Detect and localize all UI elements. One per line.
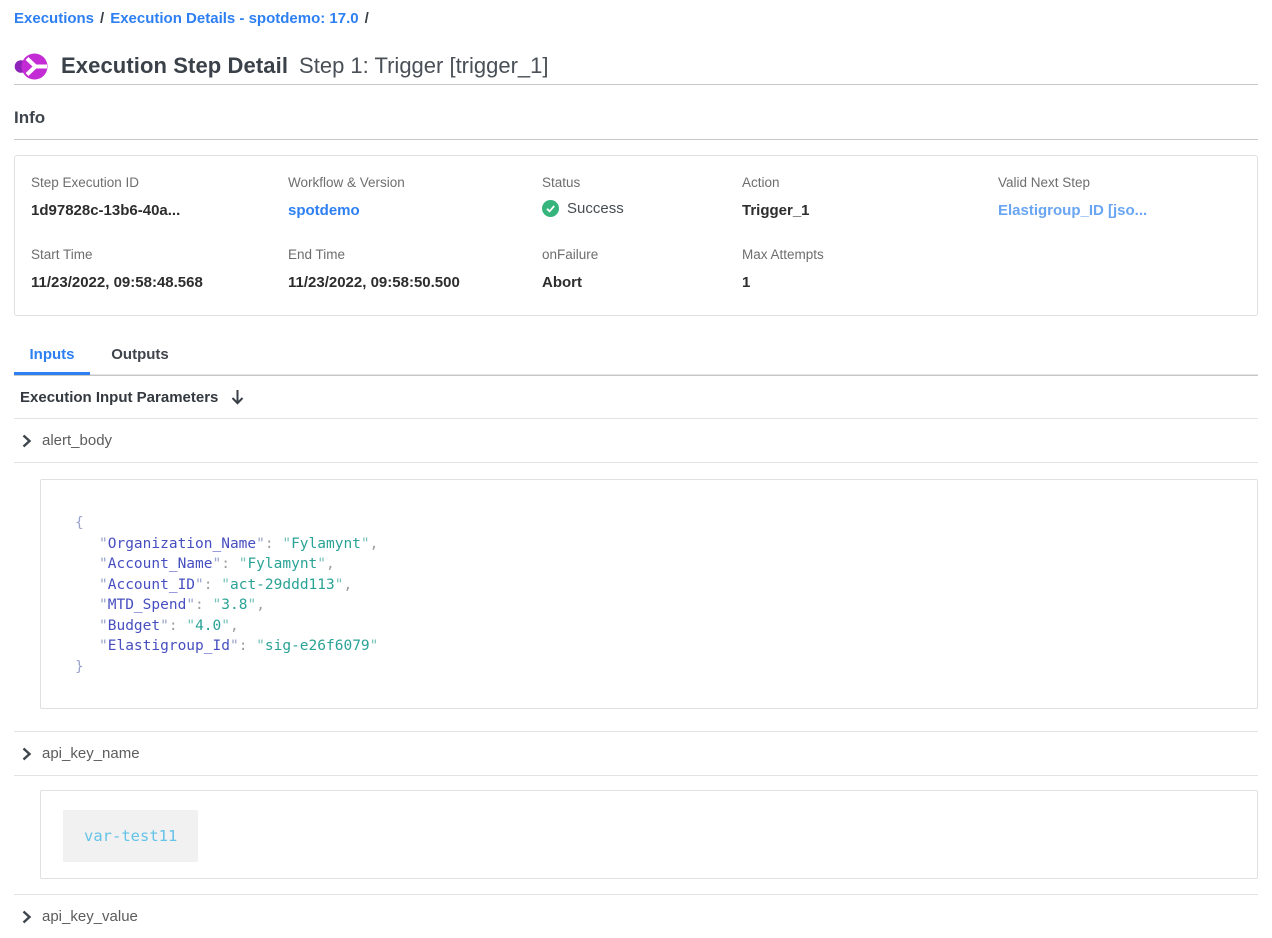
field-value: 1: [742, 273, 998, 293]
breadcrumb-separator: /: [365, 10, 369, 27]
breadcrumb: Executions / Execution Details - spotdemo:…: [14, 0, 1258, 29]
info-cell-end-time: End Time 11/23/2022, 09:58:50.500: [288, 246, 542, 293]
workflow-link[interactable]: spotdemo: [288, 201, 542, 221]
json-open-brace: {: [75, 513, 1237, 534]
field-label: Valid Next Step: [998, 174, 1241, 192]
field-label: Start Time: [31, 246, 288, 264]
param-row-api-key-value[interactable]: api_key_value: [14, 895, 1258, 938]
api-key-name-chip: var-test11: [63, 810, 198, 862]
param-name: api_key_name: [42, 745, 140, 762]
info-cell-workflow-version: Workflow & Version spotdemo: [288, 174, 542, 221]
field-value: Abort: [542, 273, 742, 293]
info-cell-action: Action Trigger_1: [742, 174, 998, 221]
field-value: 1d97828c-13b6-40a...: [31, 201, 288, 221]
field-label: onFailure: [542, 246, 742, 264]
chevron-right-icon: [21, 434, 32, 448]
tab-outputs[interactable]: Outputs: [102, 341, 178, 374]
breadcrumb-separator: /: [100, 10, 104, 27]
json-entry-line: "Account_ID": "act-29ddd113",: [75, 575, 1237, 596]
success-check-icon: [542, 200, 559, 217]
field-value: 11/23/2022, 09:58:48.568: [31, 273, 288, 293]
param-row-alert-body[interactable]: alert_body: [14, 419, 1258, 462]
field-label: Workflow & Version: [288, 174, 542, 192]
param-row-api-key-name[interactable]: api_key_name: [14, 732, 1258, 775]
api-key-name-value-box: var-test11: [40, 790, 1258, 879]
divider: [14, 84, 1258, 85]
info-cell-status: Status Success: [542, 174, 742, 221]
alert-body-json-viewer: { "Organization_Name": "Fylamynt", "Acco…: [40, 479, 1258, 709]
json-entries: "Organization_Name": "Fylamynt", "Accoun…: [75, 534, 1237, 657]
tab-bar: Inputs Outputs: [14, 341, 1258, 375]
field-value: Trigger_1: [742, 201, 998, 221]
divider: [14, 775, 1258, 776]
info-cell-max-attempts: Max Attempts 1: [742, 246, 998, 293]
tab-inputs[interactable]: Inputs: [14, 341, 90, 374]
execution-input-parameters-header: Execution Input Parameters: [14, 376, 1258, 418]
page-title: Execution Step Detail: [61, 53, 288, 79]
params-header-label: Execution Input Parameters: [20, 389, 218, 406]
info-cell-valid-next-step: Valid Next Step Elastigroup_ID [jso...: [998, 174, 1241, 221]
json-entry-line: "MTD_Spend": "3.8",: [75, 595, 1237, 616]
json-entry-line: "Organization_Name": "Fylamynt",: [75, 534, 1237, 555]
next-step-link[interactable]: Elastigroup_ID [jso...: [998, 201, 1241, 221]
field-label: Status: [542, 174, 742, 192]
chevron-right-icon: [21, 910, 32, 924]
divider: [14, 139, 1258, 140]
param-name: alert_body: [42, 432, 112, 449]
info-card: Step Execution ID 1d97828c-13b6-40a... W…: [14, 155, 1258, 316]
breadcrumb-link-executions[interactable]: Executions: [14, 10, 94, 27]
field-value: 11/23/2022, 09:58:50.500: [288, 273, 542, 293]
json-close-brace: }: [75, 657, 1237, 678]
json-entry-line: "Elastigroup_Id": "sig-e26f6079": [75, 636, 1237, 657]
arrow-down-icon[interactable]: [230, 389, 245, 406]
json-entry-line: "Budget": "4.0",: [75, 616, 1237, 637]
page-header: Execution Step Detail Step 1: Trigger [t…: [14, 48, 1258, 84]
param-name: api_key_value: [42, 908, 138, 925]
info-cell-start-time: Start Time 11/23/2022, 09:58:48.568: [31, 246, 288, 293]
breadcrumb-link-execution-details[interactable]: Execution Details - spotdemo: 17.0: [110, 10, 358, 27]
info-cell-empty: [998, 246, 1241, 293]
field-label: End Time: [288, 246, 542, 264]
field-label: Step Execution ID: [31, 174, 288, 192]
chevron-right-icon: [21, 747, 32, 761]
status-badge: Success: [542, 200, 742, 217]
page-subtitle: Step 1: Trigger [trigger_1]: [299, 53, 548, 79]
status-text: Success: [567, 200, 624, 217]
json-entry-line: "Account_Name": "Fylamynt",: [75, 554, 1237, 575]
fylamynt-logo-icon: [14, 50, 48, 83]
execution-step-detail-page: Executions / Execution Details - spotdemo:…: [0, 0, 1272, 938]
field-label: Max Attempts: [742, 246, 998, 264]
info-heading: Info: [14, 108, 1258, 128]
info-cell-step-execution-id: Step Execution ID 1d97828c-13b6-40a...: [31, 174, 288, 221]
field-label: Action: [742, 174, 998, 192]
info-cell-onfailure: onFailure Abort: [542, 246, 742, 293]
divider: [14, 462, 1258, 463]
